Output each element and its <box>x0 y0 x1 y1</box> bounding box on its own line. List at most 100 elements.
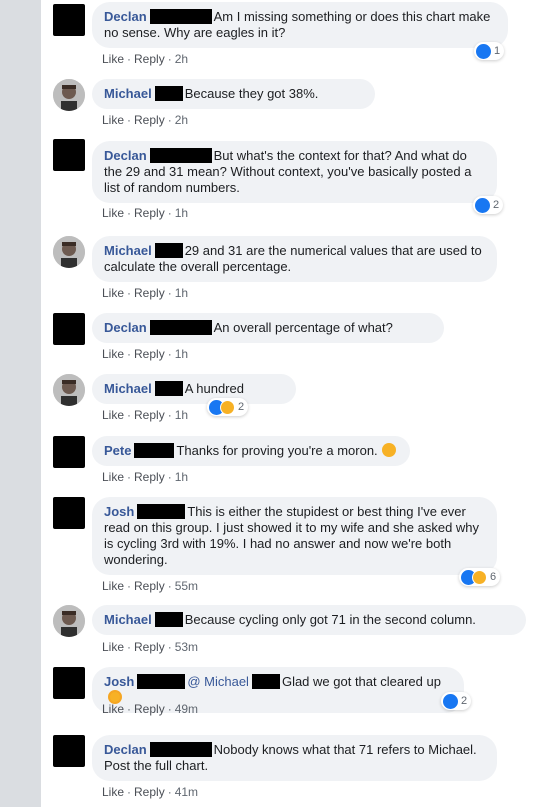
commenter-name[interactable]: Josh <box>104 504 134 519</box>
comment-actions: Like · Reply · 1h <box>102 470 188 484</box>
comment-text: Thanks for proving you're a moron. <box>176 443 378 458</box>
like-link[interactable]: Like <box>102 206 124 220</box>
avatar[interactable] <box>53 497 85 529</box>
comment-actions: Like · Reply · 2h <box>102 113 188 127</box>
avatar[interactable] <box>53 735 85 767</box>
separator: · <box>167 113 172 127</box>
reaction-summary[interactable]: 2 <box>207 398 249 416</box>
timestamp[interactable]: 49m <box>175 702 198 716</box>
separator: · <box>167 408 172 422</box>
comment-actions: Like · Reply · 49m <box>102 702 198 716</box>
avatar-photo <box>53 605 85 637</box>
avatar-photo <box>53 236 85 268</box>
commenter-name[interactable]: Declan <box>104 148 147 163</box>
comment-bubble: Michael A hundred <box>92 374 296 404</box>
commenter-name[interactable]: Declan <box>104 9 147 24</box>
separator: · <box>167 470 172 484</box>
reply-link[interactable]: Reply <box>134 640 165 654</box>
like-link[interactable]: Like <box>102 286 124 300</box>
commenter-name[interactable]: Declan <box>104 742 147 757</box>
like-link[interactable]: Like <box>102 579 124 593</box>
reply-link[interactable]: Reply <box>134 579 165 593</box>
reaction-summary[interactable]: 1 <box>474 42 505 60</box>
commenter-name[interactable]: Josh <box>104 674 134 689</box>
separator: · <box>127 206 132 220</box>
separator: · <box>127 785 132 799</box>
avatar[interactable] <box>53 436 85 468</box>
separator: · <box>167 640 172 654</box>
comment-actions: Like · Reply · 1h <box>102 347 188 361</box>
commenter-name[interactable]: Michael <box>104 381 152 396</box>
separator: · <box>127 470 132 484</box>
like-reaction-icon <box>475 197 490 213</box>
timestamp[interactable]: 1h <box>175 286 188 300</box>
redaction <box>149 148 212 163</box>
commenter-name[interactable]: Michael <box>104 86 152 101</box>
reply-link[interactable]: Reply <box>134 52 165 66</box>
redaction <box>251 674 280 689</box>
timestamp[interactable]: 41m <box>175 785 198 799</box>
reply-link[interactable]: Reply <box>134 408 165 422</box>
redaction <box>134 443 175 458</box>
reply-link[interactable]: Reply <box>134 470 165 484</box>
like-link[interactable]: Like <box>102 702 124 716</box>
timestamp[interactable]: 1h <box>175 206 188 220</box>
like-link[interactable]: Like <box>102 408 124 422</box>
reply-link[interactable]: Reply <box>134 347 165 361</box>
haha-reaction-icon <box>220 399 235 415</box>
separator: · <box>167 347 172 361</box>
comment-actions: Like · Reply · 55m <box>102 579 198 593</box>
comment-bubble: Michael Because cycling only got 71 in th… <box>92 605 526 635</box>
separator: · <box>167 206 172 220</box>
avatar-photo <box>53 374 85 406</box>
avatar[interactable] <box>53 236 85 268</box>
comment-text: An overall percentage of what? <box>213 320 393 335</box>
avatar[interactable] <box>53 374 85 406</box>
avatar[interactable] <box>53 605 85 637</box>
avatar[interactable] <box>53 313 85 345</box>
comment-actions: Like · Reply · 53m <box>102 640 198 654</box>
avatar[interactable] <box>53 667 85 699</box>
comment-actions: Like · Reply · 41m <box>102 785 198 799</box>
mention-link[interactable]: @ Michael <box>187 674 249 689</box>
like-link[interactable]: Like <box>102 113 124 127</box>
timestamp[interactable]: 53m <box>175 640 198 654</box>
reply-link[interactable]: Reply <box>134 702 165 716</box>
separator: · <box>127 113 132 127</box>
reply-link[interactable]: Reply <box>134 286 165 300</box>
comment-text: A hundred <box>184 381 244 396</box>
timestamp[interactable]: 1h <box>175 470 188 484</box>
like-link[interactable]: Like <box>102 640 124 654</box>
timestamp[interactable]: 2h <box>175 52 188 66</box>
timestamp[interactable]: 55m <box>175 579 198 593</box>
like-link[interactable]: Like <box>102 785 124 799</box>
comment-bubble: Michael Because they got 38%. <box>92 79 375 109</box>
reaction-count: 2 <box>461 695 468 707</box>
reaction-summary[interactable]: 6 <box>459 568 501 586</box>
commenter-name[interactable]: Michael <box>104 612 152 627</box>
like-link[interactable]: Like <box>102 52 124 66</box>
timestamp[interactable]: 1h <box>175 347 188 361</box>
commenter-name[interactable]: Michael <box>104 243 152 258</box>
separator: · <box>127 347 132 361</box>
reaction-summary[interactable]: 2 <box>441 692 472 710</box>
redaction <box>137 504 186 519</box>
timestamp[interactable]: 2h <box>175 113 188 127</box>
timestamp[interactable]: 1h <box>175 408 188 422</box>
avatar[interactable] <box>53 79 85 111</box>
commenter-name[interactable]: Declan <box>104 320 147 335</box>
like-link[interactable]: Like <box>102 470 124 484</box>
separator: · <box>127 702 132 716</box>
reply-link[interactable]: Reply <box>134 206 165 220</box>
like-link[interactable]: Like <box>102 347 124 361</box>
like-reaction-icon <box>476 43 491 59</box>
haha-reaction-icon <box>472 569 487 585</box>
reply-link[interactable]: Reply <box>134 785 165 799</box>
reply-link[interactable]: Reply <box>134 113 165 127</box>
avatar[interactable] <box>53 4 85 36</box>
reaction-summary[interactable]: 2 <box>473 196 504 214</box>
avatar[interactable] <box>53 139 85 171</box>
like-reaction-icon <box>443 693 458 709</box>
separator: · <box>127 408 132 422</box>
commenter-name[interactable]: Pete <box>104 443 131 458</box>
